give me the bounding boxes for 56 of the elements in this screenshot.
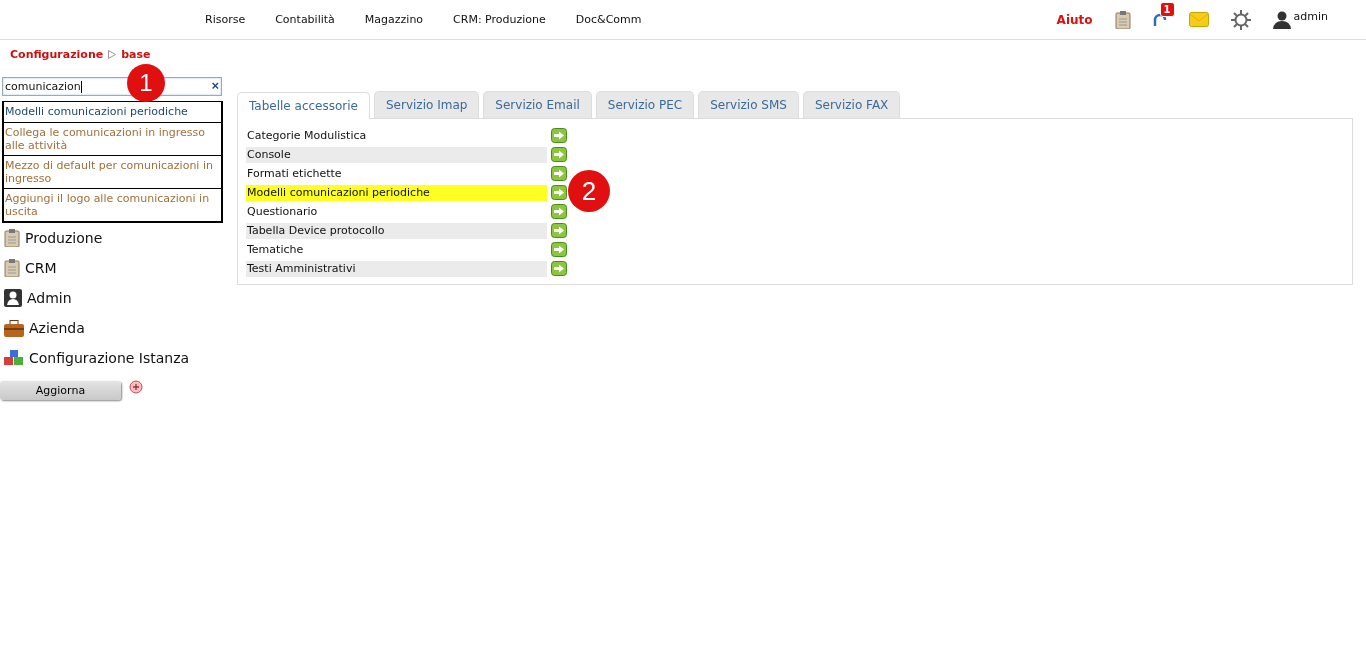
envelope-icon[interactable] [1188, 12, 1209, 27]
table-cell-text: Categorie Modulistica [246, 127, 368, 144]
menu-link[interactable]: Magazzino [350, 13, 438, 26]
suggestion-item[interactable]: Modelli comunicazioni periodiche [4, 102, 221, 123]
sidebar-item[interactable]: CRM [25, 260, 57, 276]
breadcrumb-separator-icon [108, 49, 117, 59]
clipboard-icon [4, 259, 20, 277]
arrow-icon[interactable] [551, 166, 567, 181]
menu-link[interactable]: CRM: Produzione [439, 13, 560, 26]
suggestion-item[interactable]: Mezzo di default per comunicazioni in ingresso [4, 156, 221, 189]
help-link[interactable]: Aiuto [1056, 12, 1093, 27]
breadcrumb-link[interactable]: base [121, 47, 151, 61]
settings-icon[interactable] [1230, 9, 1251, 30]
suggestion-item[interactable]: Aggiungi il logo alle comunicazioni in uscita [4, 189, 221, 221]
suggestion-item[interactable]: Collega le comunicazioni in ingresso alle attività [4, 123, 221, 156]
tab[interactable]: Servizio PEC [595, 91, 695, 118]
table-cell-text: Tematiche [246, 241, 305, 258]
menu-link[interactable]: Doc&Comm [561, 13, 656, 26]
blocks-icon [4, 350, 24, 366]
menu-link[interactable]: Risorse [191, 13, 260, 26]
table-cell: Tabella Device protocollo [246, 222, 547, 239]
sidebar-item[interactable]: Configurazione Istanza [29, 350, 190, 366]
arrow-icon[interactable] [551, 223, 567, 238]
clipboard-icon[interactable] [1114, 10, 1131, 29]
tab[interactable]: Servizio Imap [374, 91, 480, 118]
notification-count: 1 [1159, 1, 1175, 17]
menu-link[interactable]: Contabilità [261, 13, 349, 26]
clipboard-icon [4, 229, 20, 247]
user-icon [4, 289, 22, 307]
table-cell: Modelli comunicazioni periodiche [246, 184, 547, 201]
breadcrumb-link[interactable]: Configurazione [10, 47, 104, 61]
tab[interactable]: Tabelle accessorie [237, 92, 370, 119]
user-icon [1272, 10, 1291, 29]
tab[interactable]: Servizio FAX [802, 91, 901, 118]
table-cell-text: Questionario [246, 203, 319, 220]
clear-button[interactable]: × [211, 79, 219, 93]
arrow-icon[interactable] [551, 147, 567, 162]
arrow-icon[interactable] [551, 204, 567, 219]
callout-marker: 2 [568, 170, 610, 212]
table-cell: Console [246, 146, 547, 163]
tab[interactable]: Servizio Email [483, 91, 592, 118]
sidebar-item[interactable]: Admin [27, 290, 72, 306]
callout-marker: 1 [127, 64, 165, 102]
plus-icon[interactable] [129, 380, 143, 394]
table-cell-text: Formati etichette [246, 165, 343, 182]
arrow-icon[interactable] [551, 261, 567, 276]
table-cell: Testi Amministrativi [246, 260, 547, 277]
user-link[interactable]: admin [1293, 10, 1328, 23]
sidebar-item[interactable]: Azienda [29, 320, 85, 336]
tab[interactable]: Servizio SMS [698, 91, 799, 118]
sidebar-item[interactable]: Produzione [25, 230, 103, 246]
arrow-icon[interactable] [551, 128, 567, 143]
arrow-icon[interactable] [551, 242, 567, 257]
arrow-icon[interactable] [551, 185, 567, 200]
update-button[interactable]: Aggiorna [0, 381, 121, 400]
briefcase-icon [4, 319, 24, 337]
